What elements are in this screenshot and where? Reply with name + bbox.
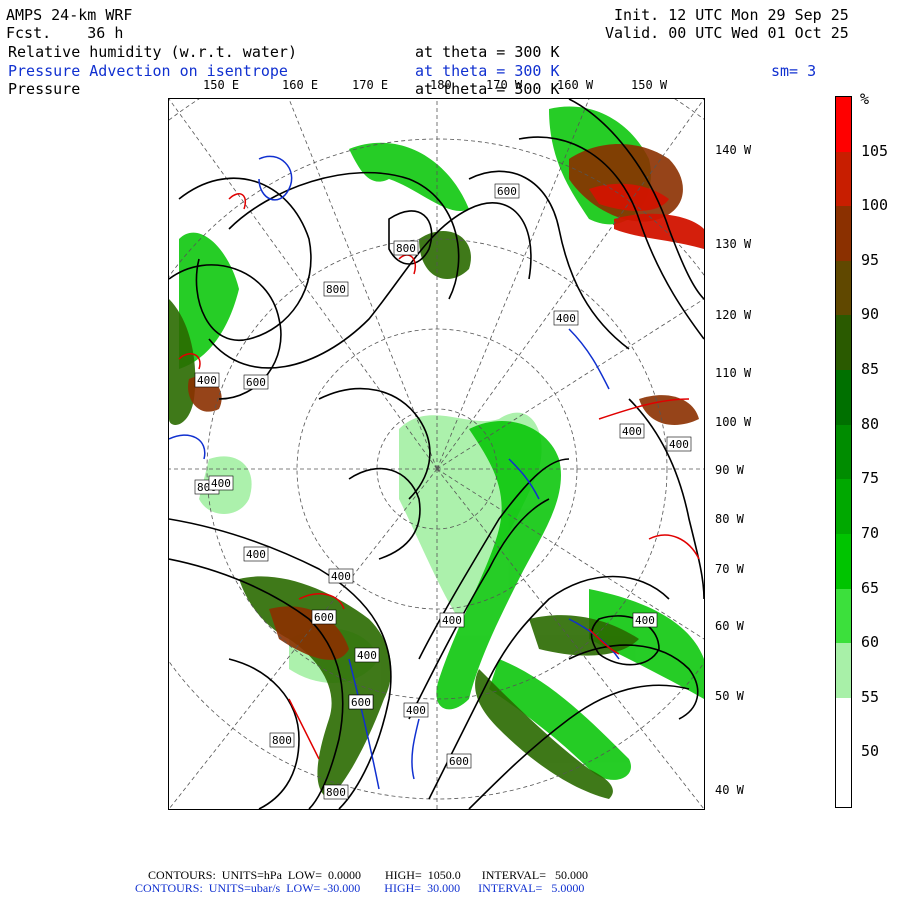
field2-name: Pressure Advection on isentrope <box>8 62 288 80</box>
contour-label-box: 800 <box>323 281 349 297</box>
contour-label: 400 <box>197 374 217 387</box>
lon-label-right: 100 W <box>715 415 752 429</box>
lon-label-right: 50 W <box>715 689 744 703</box>
contour-label-box: 600 <box>446 753 472 769</box>
contour-label-box: 600 <box>494 183 520 199</box>
lon-label-right: 60 W <box>715 619 744 633</box>
contour-label-box: 400 <box>208 475 234 491</box>
colorbar-label: 55 <box>861 687 880 706</box>
contour-label: 400 <box>442 614 462 627</box>
colorbar-segment <box>836 424 851 480</box>
map-svg: 600 800 400 400 600 800 400 400 800 400 … <box>169 99 704 809</box>
lon-label-right: 120 W <box>715 308 752 322</box>
contour-label-box: 400 <box>354 647 380 663</box>
contour-label-box: 400 <box>619 423 645 439</box>
contour-label-box: 400 <box>553 310 579 326</box>
contour-label: 800 <box>326 786 346 799</box>
colorbar-label: 75 <box>861 469 880 488</box>
lon-label-top: 150 W <box>631 78 668 92</box>
contour-label: 800 <box>272 734 292 747</box>
field3-name: Pressure <box>8 80 81 98</box>
lon-label-right: 90 W <box>715 463 744 477</box>
colorbar-label: 100 <box>861 196 889 215</box>
colorbar-segment <box>836 697 851 753</box>
contour-label: 400 <box>211 477 231 490</box>
colorbar-segment <box>836 206 851 262</box>
valid-time: Valid. 00 UTC Wed 01 Oct 25 <box>605 24 849 42</box>
colorbar-segment <box>836 479 851 535</box>
model-title: AMPS 24-km WRF <box>6 6 133 24</box>
lon-label-right: 80 W <box>715 512 744 526</box>
lon-label-top: 170 W <box>486 78 523 92</box>
contour-label-box: 600 <box>243 374 269 390</box>
contour-label-box: 800 <box>269 732 295 748</box>
colorbar-label: 50 <box>861 742 880 761</box>
forecast-label: Fcst. 36 h <box>6 24 123 42</box>
colorbar-unit: % <box>860 90 870 108</box>
lon-label-right: 110 W <box>715 366 752 380</box>
contour-label-box: 400 <box>666 436 692 452</box>
colorbar-label: 95 <box>861 250 880 269</box>
init-time: Init. 12 UTC Mon 29 Sep 25 <box>614 6 849 24</box>
contour-label-box: 400 <box>439 612 465 628</box>
colorbar-segment <box>836 151 851 207</box>
colorbar-segment <box>836 97 851 153</box>
lon-label-top: 160 W <box>557 78 594 92</box>
lon-label-right: 130 W <box>715 237 752 251</box>
colorbar-segment <box>836 315 851 371</box>
contour-label: 600 <box>314 611 334 624</box>
lon-label-top: 170 E <box>352 78 389 92</box>
contour-label-box: 600 <box>311 609 337 625</box>
colorbar-segment <box>836 588 851 644</box>
contour-label: 600 <box>449 755 469 768</box>
colorbar-segment <box>836 260 851 316</box>
field1-level: at theta = 300 K <box>415 43 560 61</box>
contour-label-box: 600 <box>348 694 374 710</box>
contour-label: 400 <box>622 425 642 438</box>
smoothing-label: sm= 3 <box>771 62 817 80</box>
colorbar-label: 60 <box>861 633 880 652</box>
map-panel: 600 800 400 400 600 800 400 400 800 400 … <box>168 98 705 810</box>
contour-label: 800 <box>326 283 346 296</box>
contour-label: 400 <box>556 312 576 325</box>
contour-label-box: 400 <box>403 702 429 718</box>
lon-label-right: 70 W <box>715 562 744 576</box>
contour-label: 600 <box>497 185 517 198</box>
contour-label-box: 400 <box>243 546 269 562</box>
forecast-hours: 36 h <box>87 24 124 42</box>
contour-label: 600 <box>246 376 266 389</box>
contour-label-box: 400 <box>194 372 220 388</box>
contour-label: 600 <box>351 696 371 709</box>
forecast-label-text: Fcst. <box>6 24 52 42</box>
colorbar-label: 85 <box>861 360 880 379</box>
lon-label-top: 150 E <box>203 78 240 92</box>
contour-label: 400 <box>331 570 351 583</box>
colorbar-segment <box>836 643 851 699</box>
contour-label-box: 800 <box>393 240 419 256</box>
lon-label-right: 140 W <box>715 143 752 157</box>
contour-label: 400 <box>246 548 266 561</box>
rh-colorbar <box>835 96 852 808</box>
colorbar-segment <box>836 752 851 808</box>
contour-label: 400 <box>357 649 377 662</box>
colorbar-segment <box>836 533 851 590</box>
footer-contours-advection: CONTOURS: UNITS=ubar/s LOW= -30.000 HIGH… <box>135 881 585 895</box>
contour-label-box: 400 <box>632 612 658 628</box>
colorbar-segment <box>836 370 851 426</box>
colorbar-label: 90 <box>861 305 880 324</box>
colorbar-label: 80 <box>861 414 880 433</box>
contour-label: 800 <box>396 242 416 255</box>
lon-label-top: 160 E <box>282 78 319 92</box>
contour-label: 400 <box>406 704 426 717</box>
lon-label-top: 180 <box>430 78 452 92</box>
lon-label-right: 40 W <box>715 783 744 797</box>
colorbar-label: 70 <box>861 523 880 542</box>
contour-label: 400 <box>635 614 655 627</box>
contour-label-box: 400 <box>328 568 354 584</box>
contour-label-box: 800 <box>323 784 349 800</box>
field1-name: Relative humidity (w.r.t. water) <box>8 43 297 61</box>
colorbar-label: 105 <box>861 141 889 160</box>
contour-label: 400 <box>669 438 689 451</box>
colorbar-label: 65 <box>861 578 880 597</box>
